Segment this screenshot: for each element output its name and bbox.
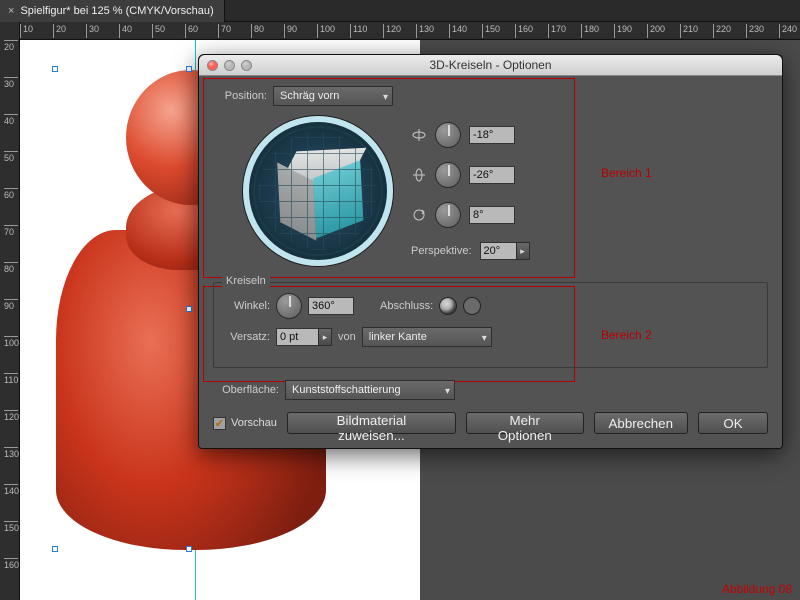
perspective-label: Perspektive:: [411, 245, 472, 257]
selection-handle[interactable]: [186, 546, 192, 552]
close-icon[interactable]: ×: [8, 0, 14, 22]
rotate-x-icon: [411, 127, 427, 143]
revolve-fieldset: Kreiseln Winkel: 360° Abschluss: Versatz…: [213, 282, 768, 368]
offset-stepper[interactable]: 0 pt ▸: [276, 328, 332, 346]
surface-label: Oberfläche:: [213, 384, 279, 396]
document-tab-bar: × Spielfigur* bei 125 % (CMYK/Vorschau): [0, 0, 800, 22]
selection-handle[interactable]: [52, 546, 58, 552]
angle-dial[interactable]: [276, 293, 302, 319]
angle-input[interactable]: 360°: [308, 297, 354, 315]
angle-label: Winkel:: [226, 300, 270, 312]
figure-caption: Abbildung 08: [722, 582, 792, 596]
position-select[interactable]: Schräg vorn: [273, 86, 393, 106]
annotation-label-1: Bereich 1: [601, 166, 652, 180]
stepper-arrow-icon[interactable]: ▸: [516, 242, 530, 260]
document-tab[interactable]: × Spielfigur* bei 125 % (CMYK/Vorschau): [0, 0, 225, 22]
cancel-button[interactable]: Abbrechen: [594, 412, 688, 434]
ruler-horizontal: 1020304050607080901001101201301401501601…: [20, 22, 800, 40]
map-art-button[interactable]: Bildmaterial zuweisen...: [287, 412, 456, 434]
cap-label: Abschluss:: [380, 300, 433, 312]
window-minimize-icon[interactable]: [224, 60, 235, 71]
ok-button[interactable]: OK: [698, 412, 768, 434]
rotate-z-input[interactable]: 8°: [469, 206, 515, 224]
ruler-vertical: 2030405060708090100110120130140150160: [0, 22, 20, 600]
offset-from-select[interactable]: linker Kante: [362, 327, 492, 347]
revolve-legend: Kreiseln: [222, 275, 270, 287]
from-label: von: [338, 331, 356, 343]
position-label: Position:: [213, 90, 267, 102]
preview-checkbox[interactable]: ✔ Vorschau: [213, 412, 277, 434]
rotate-x-dial[interactable]: [435, 122, 461, 148]
more-options-button[interactable]: Mehr Optionen: [466, 412, 584, 434]
cap-on-button[interactable]: [439, 297, 457, 315]
selection-handle[interactable]: [52, 66, 58, 72]
cap-off-button[interactable]: [463, 297, 481, 315]
window-close-icon[interactable]: [207, 60, 218, 71]
window-zoom-icon[interactable]: [241, 60, 252, 71]
rotate-y-icon: [411, 167, 427, 183]
dialog-titlebar[interactable]: 3D-Kreiseln - Optionen: [199, 55, 782, 76]
dialog-title: 3D-Kreiseln - Optionen: [199, 58, 782, 72]
cube-preview-icon: [277, 148, 374, 245]
rotate-y-dial[interactable]: [435, 162, 461, 188]
dialog-3d-revolve-options: 3D-Kreiseln - Optionen Bereich 1 Bereich…: [198, 54, 783, 449]
document-tab-title: Spielfigur* bei 125 % (CMYK/Vorschau): [20, 0, 213, 22]
stepper-arrow-icon[interactable]: ▸: [318, 328, 332, 346]
surface-select[interactable]: Kunststoffschattierung: [285, 380, 455, 400]
rotate-z-dial[interactable]: [435, 202, 461, 228]
checkmark-icon: ✔: [213, 417, 226, 430]
offset-label: Versatz:: [226, 331, 270, 343]
rotate-x-input[interactable]: -18°: [469, 126, 515, 144]
rotate-z-icon: [411, 207, 427, 223]
perspective-stepper[interactable]: 20° ▸: [480, 242, 530, 260]
selection-handle[interactable]: [186, 66, 192, 72]
rotation-trackball[interactable]: [243, 116, 393, 266]
selection-handle[interactable]: [186, 306, 192, 312]
rotate-y-input[interactable]: -26°: [469, 166, 515, 184]
